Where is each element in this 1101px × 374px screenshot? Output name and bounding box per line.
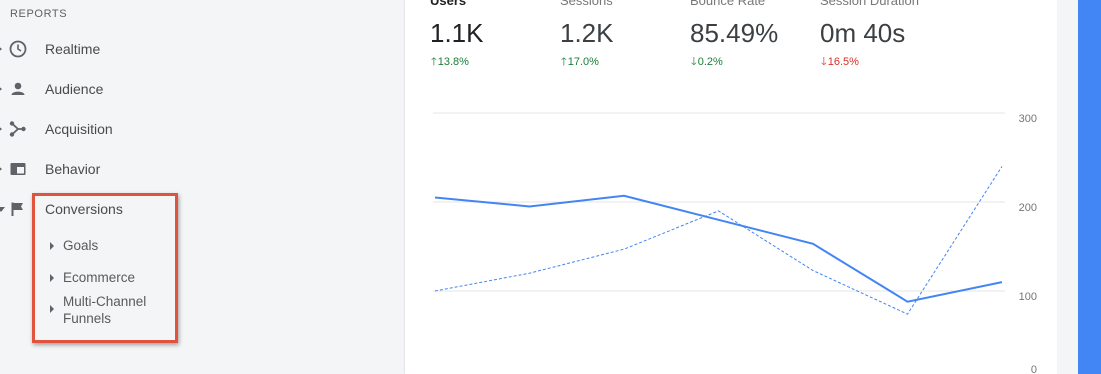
y-tick-label: 0 <box>1031 364 1037 374</box>
main-content: Users 1.1K 🡑13.8% Sessions 1.2K 🡑17.0% B… <box>388 0 1078 374</box>
y-tick-label: 200 <box>1019 202 1037 214</box>
data-point[interactable] <box>524 200 536 212</box>
data-point[interactable] <box>429 285 441 297</box>
right-accent-strip <box>1078 0 1101 374</box>
conversions-highlight-box <box>32 193 178 343</box>
data-point[interactable] <box>807 265 819 277</box>
data-point[interactable] <box>713 205 725 217</box>
sidebar-item-label: Acquisition <box>45 121 113 137</box>
data-point[interactable] <box>996 276 1008 288</box>
data-point[interactable] <box>996 160 1008 172</box>
data-point[interactable] <box>524 267 536 279</box>
data-point[interactable] <box>902 296 914 308</box>
expand-caret-icon[interactable] <box>0 165 2 173</box>
behavior-icon <box>8 159 28 179</box>
flag-icon <box>8 199 28 219</box>
y-tick-label: 300 <box>1019 113 1037 125</box>
comparison-series-line <box>434 166 1003 315</box>
sidebar-item-realtime[interactable]: Realtime <box>0 34 380 64</box>
right-gutter <box>1057 0 1078 374</box>
overview-card: Users 1.1K 🡑13.8% Sessions 1.2K 🡑17.0% B… <box>405 0 1057 374</box>
clock-icon <box>8 39 28 59</box>
expand-caret-icon[interactable] <box>0 125 2 133</box>
sidebar-item-label: Audience <box>45 81 104 97</box>
sidebar-item-audience[interactable]: Audience <box>0 74 380 104</box>
data-point[interactable] <box>429 192 441 204</box>
y-tick-label: 100 <box>1019 291 1037 303</box>
person-icon <box>8 79 28 99</box>
data-point[interactable] <box>807 238 819 250</box>
sidebar-item-behavior[interactable]: Behavior <box>0 154 380 184</box>
collapse-caret-icon[interactable] <box>0 207 5 212</box>
sidebar: REPORTS Realtime Audience Acquisition Be… <box>0 0 388 374</box>
expand-caret-icon[interactable] <box>0 85 2 93</box>
data-point[interactable] <box>618 190 630 202</box>
sidebar-item-acquisition[interactable]: Acquisition <box>0 114 380 144</box>
expand-caret-icon[interactable] <box>0 45 2 53</box>
data-point[interactable] <box>902 308 914 320</box>
reports-section-header: REPORTS <box>10 8 68 20</box>
data-point[interactable] <box>618 243 630 255</box>
sessions-line-chart[interactable]: 300 200 100 0 <box>405 0 1057 374</box>
acquisition-icon <box>8 119 28 139</box>
sidebar-item-label: Realtime <box>45 41 101 57</box>
sidebar-item-label: Behavior <box>45 161 101 177</box>
